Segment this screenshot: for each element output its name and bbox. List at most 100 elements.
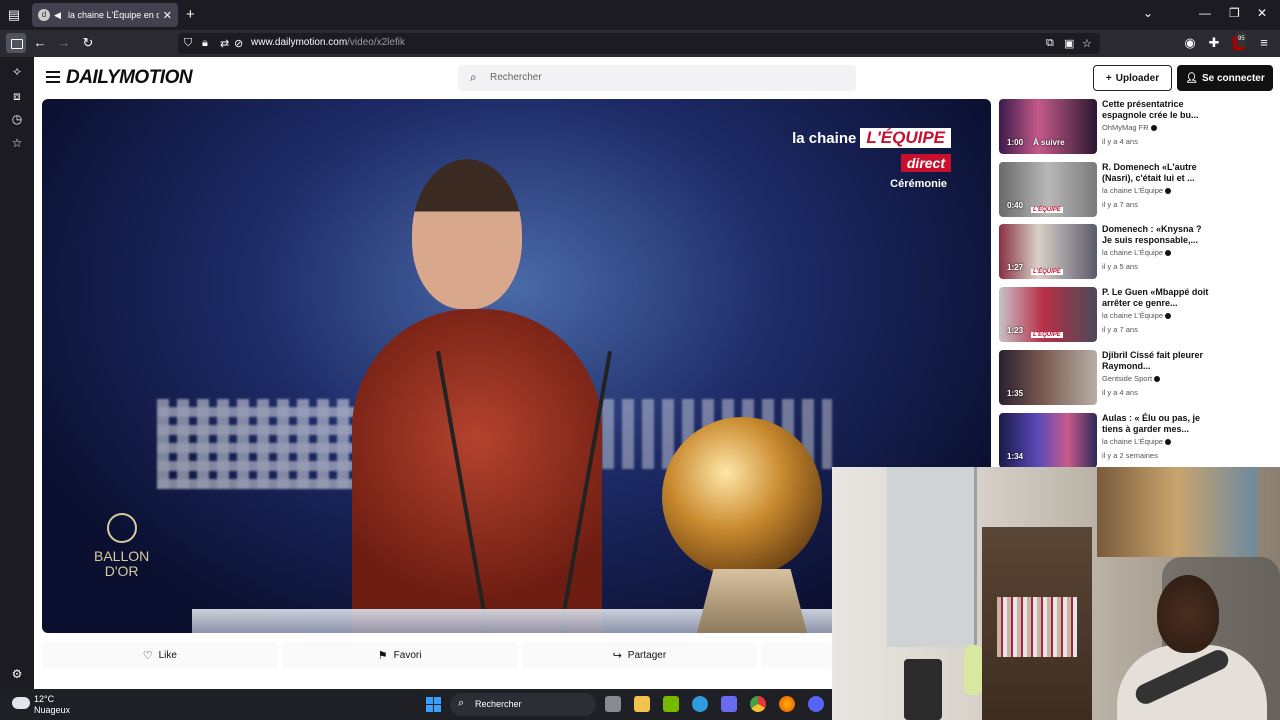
shield-icon[interactable]: ⛉	[184, 37, 192, 50]
nvidia-icon[interactable]	[663, 696, 679, 712]
browser-sidebar: ✧ ⧈ ◷ ☆ ⚙	[0, 57, 34, 689]
browser-navbar: ← → ↻ ⛉ 🔒︎ ⇄ ⊘ www.dailymotion.com/video…	[0, 30, 1280, 57]
rec-duration: 0:40	[1007, 201, 1024, 210]
webcam-door	[887, 467, 977, 647]
weather-description[interactable]: Nuageux	[34, 705, 70, 715]
url-bar[interactable]: ⛉ 🔒︎ ⇄ ⊘ www.dailymotion.com/video/x2lef…	[178, 33, 1100, 54]
lock-icon[interactable]: 🔒︎	[202, 37, 208, 50]
taskbar-search-input[interactable]: ⌕ Rechercher	[450, 693, 596, 716]
menu-icon[interactable]: ≡	[1256, 35, 1272, 51]
partager-button[interactable]: ↪ Partager	[521, 642, 758, 668]
rec-title[interactable]: Djibril Cissé fait pleurer Raymond...	[1102, 350, 1212, 372]
picture-in-picture-icon[interactable]: ⧉	[1046, 37, 1054, 50]
site-logo[interactable]: DAILYMOTION	[66, 67, 193, 89]
speaker-icon[interactable]: ◀	[54, 10, 64, 20]
url-path: /video/x2lefik	[347, 37, 405, 48]
firefox-icon[interactable]	[779, 696, 795, 712]
reload-icon[interactable]: ↻	[80, 35, 96, 51]
webcam-jar	[904, 659, 942, 720]
login-button[interactable]: 👤︎ Se connecter	[1177, 65, 1273, 91]
rec-title[interactable]: Cette présentatrice espagnole crée le bu…	[1102, 99, 1212, 121]
ublock-icon[interactable]: 95	[1231, 31, 1247, 51]
close-tab-icon[interactable]: ✕	[163, 9, 172, 22]
rec-title[interactable]: Aulas : « Élu ou pas, je tiens à garder …	[1102, 413, 1212, 435]
rec-duration: 1:35	[1007, 389, 1024, 398]
url-text: www.dailymotion.com/video/x2lefik	[251, 37, 405, 48]
rec-duration: 1:27	[1007, 263, 1024, 272]
rec-item[interactable]: 0:40 L'ÉQUIPE R. Domenech «L'autre (Nasr…	[999, 162, 1249, 218]
forward-icon[interactable]: →	[56, 35, 72, 51]
ballon-dor-trophy	[662, 417, 822, 577]
autoplay-blocked-icon[interactable]: ⊘	[234, 37, 243, 50]
rec-item[interactable]: 1:27 L'ÉQUIPE Domenech : «Knysna ? Je su…	[999, 224, 1249, 280]
rec-title[interactable]: Domenech : «Knysna ? Je suis responsable…	[1102, 224, 1212, 246]
start-button-icon[interactable]	[426, 697, 441, 712]
ai-sparkle-icon[interactable]: ✧	[10, 65, 24, 79]
permissions-icon[interactable]: ⇄	[220, 37, 229, 50]
store-icon[interactable]	[721, 696, 737, 712]
rec-thumbnail[interactable]: 1:34	[999, 413, 1097, 468]
upload-button[interactable]: + Uploader	[1093, 65, 1172, 91]
extensions-icon[interactable]: ✚	[1206, 35, 1222, 51]
notification-badge: 95	[1237, 31, 1246, 47]
tab-overflow-chevron-icon[interactable]: ⌄	[1143, 6, 1153, 20]
rec-channel[interactable]: la chaine L'Équipe	[1102, 186, 1172, 195]
rec-age: il y a 7 ans	[1102, 325, 1138, 334]
rec-channel[interactable]: la chaine L'Équipe	[1102, 248, 1172, 257]
share-icon: ↪	[612, 649, 622, 662]
chrome-icon[interactable]	[750, 696, 766, 712]
account-icon[interactable]: ◉	[1182, 35, 1198, 51]
sidebar-toggle-icon[interactable]	[6, 33, 26, 53]
settings-gear-icon[interactable]: ⚙	[10, 667, 24, 681]
cloud-icon[interactable]	[12, 697, 30, 709]
bookmarks-icon[interactable]: ☆	[10, 136, 24, 150]
rec-thumbnail[interactable]: 1:35	[999, 350, 1097, 405]
minimize-icon[interactable]: —	[1199, 6, 1211, 20]
rec-item[interactable]: 1:23 L'ÉQUIPE P. Le Guen «Mbappé doit ar…	[999, 287, 1249, 343]
weather-temperature[interactable]: 12°C	[34, 694, 54, 704]
window-close-icon[interactable]: ✕	[1257, 6, 1267, 20]
more-button[interactable]	[761, 642, 832, 668]
plus-icon: +	[1105, 72, 1112, 84]
discord-icon[interactable]	[808, 696, 824, 712]
verified-icon	[1165, 250, 1172, 257]
rec-thumbnail[interactable]: 1:00 À suivre	[999, 99, 1097, 154]
overlay-brand: L'ÉQUIPE	[860, 128, 951, 148]
like-button[interactable]: ♡ Like	[42, 642, 278, 668]
reader-view-icon[interactable]: ▣	[1064, 37, 1074, 50]
tab-list-icon[interactable]: ▤	[6, 7, 22, 23]
edge-icon[interactable]	[692, 696, 708, 712]
equipe-logo: L'ÉQUIPE	[1031, 207, 1063, 213]
task-view-icon[interactable]	[605, 696, 621, 712]
restore-icon[interactable]: ❐	[1229, 6, 1240, 20]
user-icon: 👤︎	[1185, 72, 1198, 84]
history-icon[interactable]: ◷	[10, 112, 24, 126]
rec-item[interactable]: 1:00 À suivre Cette présentatrice espagn…	[999, 99, 1249, 155]
back-icon[interactable]: ←	[32, 35, 48, 51]
browser-tab-active[interactable]: d ◀ la chaine L'Équipe en direct ✕	[32, 3, 178, 27]
rec-age: il y a 2 semaines	[1102, 451, 1158, 460]
rec-channel[interactable]: la chaine L'Équipe	[1102, 437, 1172, 446]
hamburger-menu-icon[interactable]	[46, 71, 60, 83]
rec-thumbnail[interactable]: 0:40 L'ÉQUIPE	[999, 162, 1097, 217]
rec-thumbnail[interactable]: 1:27 L'ÉQUIPE	[999, 224, 1097, 279]
rec-title[interactable]: R. Domenech «L'autre (Nasri), c'était lu…	[1102, 162, 1212, 184]
rec-item[interactable]: 1:35 Djibril Cissé fait pleurer Raymond.…	[999, 350, 1249, 406]
windows-taskbar: 12°C Nuageux ⌕ Rechercher	[0, 689, 832, 720]
verified-icon	[1165, 439, 1172, 446]
rec-title[interactable]: P. Le Guen «Mbappé doit arrêter ce genre…	[1102, 287, 1212, 309]
rec-thumbnail[interactable]: 1:23 L'ÉQUIPE	[999, 287, 1097, 342]
rec-channel[interactable]: OhMyMag FR	[1102, 123, 1157, 132]
verified-icon	[1165, 313, 1172, 320]
rec-item[interactable]: 1:34 Aulas : « Élu ou pas, je tiens à ga…	[999, 413, 1249, 469]
favori-button[interactable]: ⚑ Favori	[281, 642, 518, 668]
webcam-books	[997, 597, 1077, 657]
bookmark-star-icon[interactable]: ☆	[1082, 37, 1092, 50]
taskbar-search-placeholder: Rechercher	[475, 699, 522, 709]
new-tab-icon[interactable]: +	[186, 6, 195, 23]
file-explorer-icon[interactable]	[634, 696, 650, 712]
rec-channel[interactable]: Gentside Sport	[1102, 374, 1161, 383]
rec-channel[interactable]: la chaine L'Équipe	[1102, 311, 1172, 320]
site-search-input[interactable]: ⌕ Rechercher	[458, 65, 856, 91]
synced-tabs-icon[interactable]: ⧈	[10, 89, 24, 103]
